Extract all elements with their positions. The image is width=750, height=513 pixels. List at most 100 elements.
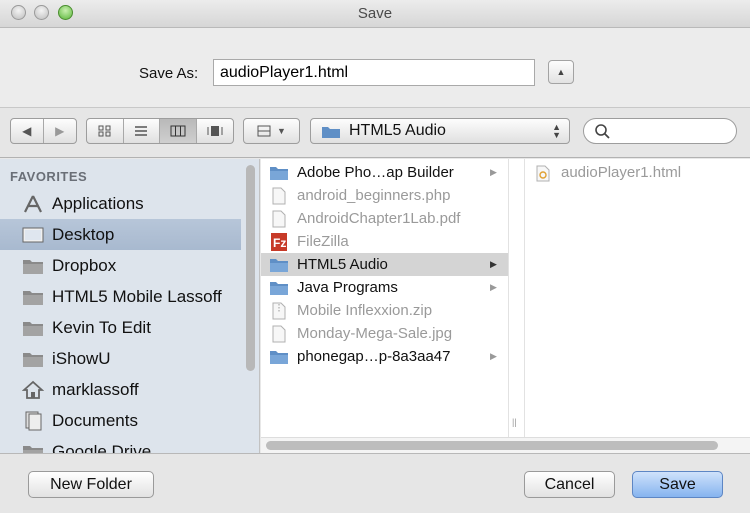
sidebar-item-label: iShowU (52, 348, 111, 368)
sidebar-item-dropbox[interactable]: Dropbox (0, 250, 241, 281)
forward-arrow-icon: ▶ (55, 124, 65, 138)
list-item[interactable]: Adobe Pho…ap Builder ▶ (261, 161, 508, 184)
icon-view-button[interactable] (87, 119, 124, 143)
horizontal-scrollbar[interactable] (261, 437, 750, 453)
item-label: Adobe Pho…ap Builder (297, 164, 454, 181)
icon-view-icon (98, 125, 111, 137)
disclosure-arrow-icon: ▶ (490, 167, 497, 177)
folder-icon (23, 259, 43, 274)
sidebar-item-marklassoff[interactable]: marklassoff (0, 374, 241, 405)
list-item[interactable]: Fz FileZilla (261, 230, 508, 253)
file-column-2: audioPlayer1.html (525, 159, 750, 437)
folder-icon (23, 321, 43, 336)
folder-icon (23, 445, 43, 453)
column-view-icon (170, 125, 186, 137)
sidebar-item-label: Kevin To Edit (52, 317, 151, 337)
item-label: audioPlayer1.html (561, 164, 682, 181)
disclosure-arrow-icon: ▶ (490, 282, 497, 292)
history-nav: ◀ ▶ (10, 118, 77, 144)
sidebar-item-html5-mobile-lassoff[interactable]: HTML5 Mobile Lassoff (0, 281, 241, 312)
list-item[interactable]: AndroidChapter1Lab.pdf (261, 207, 508, 230)
save-as-field[interactable] (213, 59, 535, 86)
folder-icon (270, 281, 288, 295)
column-resize-divider[interactable]: || (508, 159, 525, 437)
list-item[interactable]: android_beginners.php (261, 184, 508, 207)
collapse-dialog-button[interactable]: ▲ (548, 60, 574, 84)
save-button[interactable]: Save (632, 471, 723, 498)
zip-icon (272, 302, 286, 319)
folder-icon (270, 258, 288, 272)
new-folder-button[interactable]: New Folder (28, 471, 154, 498)
search-icon (595, 124, 610, 139)
sidebar-scrollbar[interactable] (241, 159, 260, 453)
sidebar-item-label: Desktop (52, 224, 115, 244)
folder-icon (270, 166, 288, 180)
sidebar-item-google-drive[interactable]: Google Drive (0, 436, 241, 453)
file-column-1: Adobe Pho…ap Builder ▶ android_beginners… (261, 159, 508, 437)
sidebar-item-ishowu[interactable]: iShowU (0, 343, 241, 374)
desktop-icon (22, 227, 44, 242)
sidebar-item-documents[interactable]: Documents (0, 405, 241, 436)
chevron-down-icon: ▼ (277, 126, 286, 136)
folder-icon (322, 126, 340, 138)
back-button[interactable]: ◀ (11, 119, 44, 143)
list-view-icon (135, 126, 148, 136)
arrange-menu-button[interactable]: ▼ (243, 118, 300, 144)
svg-text:Fz: Fz (273, 236, 286, 250)
horizontal-scroll-thumb[interactable] (266, 441, 718, 450)
cover-flow-icon (207, 126, 223, 136)
list-item[interactable]: Mobile Inflexxion.zip (261, 299, 508, 322)
documents-icon (25, 411, 42, 430)
search-field[interactable] (583, 118, 737, 144)
sidebar-heading: FAVORITES (10, 169, 88, 184)
sidebar-item-label: Documents (52, 410, 138, 430)
save-as-row: Save As: ▲ (0, 28, 750, 108)
list-item[interactable]: Monday-Mega-Sale.jpg (261, 322, 508, 345)
item-label: AndroidChapter1Lab.pdf (297, 210, 461, 227)
save-as-label: Save As: (139, 65, 199, 82)
home-icon (22, 380, 44, 399)
sidebar-scroll-thumb[interactable] (246, 165, 255, 371)
forward-button[interactable]: ▶ (44, 119, 77, 143)
sidebar-item-kevin-to-edit[interactable]: Kevin To Edit (0, 312, 241, 343)
item-label: Mobile Inflexxion.zip (297, 302, 433, 319)
list-view-button[interactable] (124, 119, 160, 143)
sidebar-item-applications[interactable]: Applications (0, 188, 241, 219)
arrange-icon (257, 125, 271, 137)
cancel-button[interactable]: Cancel (524, 471, 615, 498)
cover-flow-button[interactable] (197, 119, 233, 143)
toolbar: ◀ ▶ ▼ HTML5 Audio ▲ ▼ (0, 108, 750, 158)
folder-icon (270, 350, 288, 364)
sidebar-item-desktop[interactable]: Desktop (0, 219, 241, 250)
applications-icon (24, 195, 42, 212)
item-label: HTML5 Audio (297, 256, 388, 273)
html-file-icon (536, 165, 550, 182)
sidebar-item-label: marklassoff (52, 379, 139, 399)
item-label: FileZilla (297, 233, 349, 250)
image-file-icon (272, 325, 286, 342)
sidebar-item-label: Applications (52, 193, 144, 213)
window-title: Save (357, 5, 393, 22)
disclosure-arrow-icon: ▶ (490, 259, 497, 269)
list-item[interactable]: Java Programs ▶ (261, 276, 508, 299)
title-bar: Save (0, 0, 750, 28)
location-popup[interactable]: HTML5 Audio ▲ ▼ (310, 118, 570, 144)
document-icon (272, 187, 286, 204)
column-view-button[interactable] (160, 119, 197, 143)
bottom-bar: New Folder Cancel Save (0, 453, 750, 513)
resize-grip-icon[interactable]: || (512, 417, 517, 427)
item-label: android_beginners.php (297, 187, 451, 204)
view-mode-selector (86, 118, 234, 144)
list-item[interactable]: phonegap…p-8a3aa47 ▶ (261, 345, 508, 368)
item-label: Java Programs (297, 279, 398, 296)
item-label: phonegap…p-8a3aa47 (297, 348, 451, 365)
list-item[interactable]: audioPlayer1.html (525, 162, 750, 185)
search-input[interactable] (616, 123, 731, 139)
folder-icon (23, 290, 43, 305)
sidebar-item-label: HTML5 Mobile Lassoff (52, 286, 222, 306)
sidebar: FAVORITES Applications Desktop Dropbox H… (0, 159, 241, 453)
sidebar-item-label: Dropbox (52, 255, 117, 275)
list-item[interactable]: HTML5 Audio ▶ (261, 253, 508, 276)
filezilla-icon: Fz (271, 232, 287, 251)
back-arrow-icon: ◀ (22, 124, 32, 138)
